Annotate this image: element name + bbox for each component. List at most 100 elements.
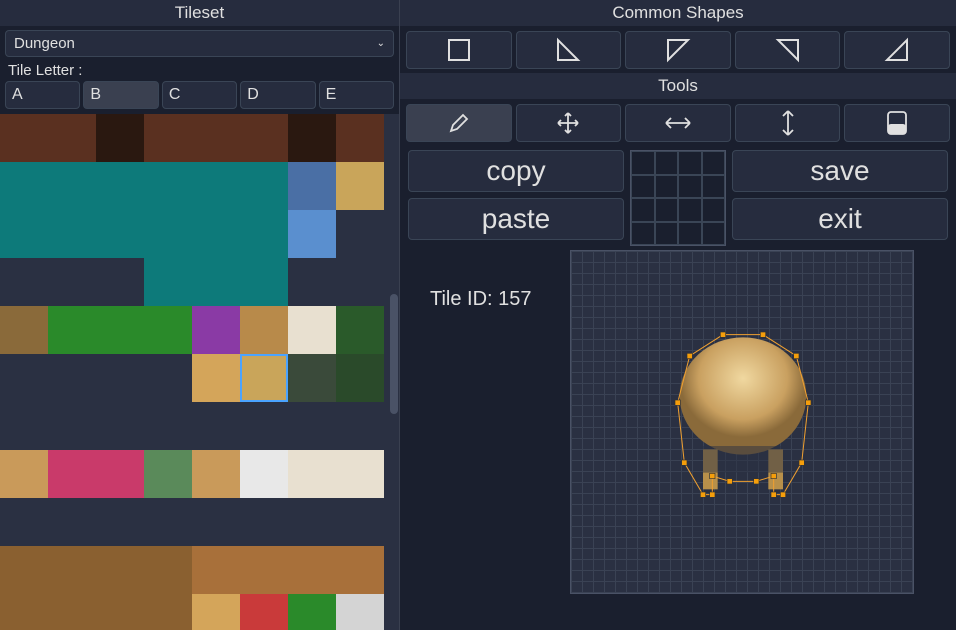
polygon-handle[interactable] [771,492,776,497]
polygon-handle[interactable] [794,353,799,358]
palette-tile[interactable] [192,354,240,402]
polygon-handle[interactable] [710,492,715,497]
polygon-handle[interactable] [687,353,692,358]
palette-tile[interactable] [288,114,336,162]
polygon-handle[interactable] [799,460,804,465]
palette-tile[interactable] [288,450,336,498]
palette-tile[interactable] [144,354,192,402]
letter-btn-d[interactable]: D [240,81,315,109]
palette-tile[interactable] [288,546,336,594]
copy-button[interactable]: copy [408,150,624,192]
palette-tile[interactable] [240,594,288,630]
letter-btn-b[interactable]: B [83,81,158,109]
palette-tile[interactable] [144,498,192,546]
palette-tile[interactable] [192,210,240,258]
palette-tile[interactable] [336,258,384,306]
palette-tile[interactable] [144,402,192,450]
palette-tile[interactable] [240,162,288,210]
palette-tile[interactable] [240,354,288,402]
palette-tile[interactable] [240,210,288,258]
palette-tile[interactable] [240,258,288,306]
palette-tile[interactable] [96,546,144,594]
palette-tile[interactable] [96,258,144,306]
tile-palette[interactable] [0,114,399,630]
scrollbar-thumb[interactable] [390,294,398,414]
collision-canvas[interactable] [570,250,914,594]
palette-tile[interactable] [240,306,288,354]
polygon-handle[interactable] [710,473,715,478]
palette-tile[interactable] [96,594,144,630]
palette-tile[interactable] [144,594,192,630]
palette-tile[interactable] [240,498,288,546]
palette-tile[interactable] [0,210,48,258]
polygon-handle[interactable] [682,460,687,465]
palette-tile[interactable] [192,450,240,498]
palette-tile[interactable] [96,450,144,498]
palette-tile[interactable] [144,306,192,354]
palette-tile[interactable] [0,498,48,546]
palette-tile[interactable] [48,162,96,210]
tool-move[interactable] [516,104,622,142]
palette-tile[interactable] [336,114,384,162]
palette-tile[interactable] [96,354,144,402]
polygon-handle[interactable] [675,400,680,405]
shape-triangle-tl[interactable] [625,31,731,69]
palette-tile[interactable] [144,258,192,306]
tool-half[interactable] [844,104,950,142]
palette-tile[interactable] [192,594,240,630]
palette-tile[interactable] [192,114,240,162]
palette-tile[interactable] [0,114,48,162]
palette-tile[interactable] [0,162,48,210]
palette-tile[interactable] [240,402,288,450]
palette-tile[interactable] [144,114,192,162]
palette-tile[interactable] [144,450,192,498]
polygon-handle[interactable] [771,473,776,478]
palette-tile[interactable] [336,546,384,594]
palette-tile[interactable] [48,402,96,450]
palette-tile[interactable] [192,306,240,354]
palette-tile[interactable] [192,498,240,546]
shape-square[interactable] [406,31,512,69]
palette-tile[interactable] [0,354,48,402]
palette-tile[interactable] [336,402,384,450]
palette-tile[interactable] [144,162,192,210]
palette-tile[interactable] [144,546,192,594]
collision-shape[interactable] [643,301,843,531]
shape-triangle-bl[interactable] [516,31,622,69]
palette-tile[interactable] [48,354,96,402]
save-button[interactable]: save [732,150,948,192]
polygon-handle[interactable] [720,332,725,337]
shape-triangle-br[interactable] [844,31,950,69]
palette-tile[interactable] [48,450,96,498]
palette-tile[interactable] [336,162,384,210]
palette-tile[interactable] [336,306,384,354]
palette-tile[interactable] [48,306,96,354]
palette-scrollbar[interactable] [389,114,399,630]
palette-tile[interactable] [288,594,336,630]
polygon-handle[interactable] [760,332,765,337]
letter-btn-c[interactable]: C [162,81,237,109]
tool-flip-v[interactable] [735,104,841,142]
palette-tile[interactable] [336,210,384,258]
palette-tile[interactable] [288,258,336,306]
palette-tile[interactable] [0,546,48,594]
palette-tile[interactable] [96,498,144,546]
paste-button[interactable]: paste [408,198,624,240]
palette-tile[interactable] [0,594,48,630]
palette-tile[interactable] [48,210,96,258]
palette-tile[interactable] [48,114,96,162]
mini-grid-preview[interactable] [630,150,726,246]
palette-tile[interactable] [240,450,288,498]
palette-tile[interactable] [48,498,96,546]
palette-tile[interactable] [336,594,384,630]
palette-tile[interactable] [192,258,240,306]
palette-tile[interactable] [336,354,384,402]
palette-tile[interactable] [192,546,240,594]
palette-tile[interactable] [240,114,288,162]
palette-tile[interactable] [288,354,336,402]
letter-btn-e[interactable]: E [319,81,394,109]
palette-tile[interactable] [96,162,144,210]
polygon-handle[interactable] [780,492,785,497]
palette-tile[interactable] [0,306,48,354]
palette-tile[interactable] [48,546,96,594]
